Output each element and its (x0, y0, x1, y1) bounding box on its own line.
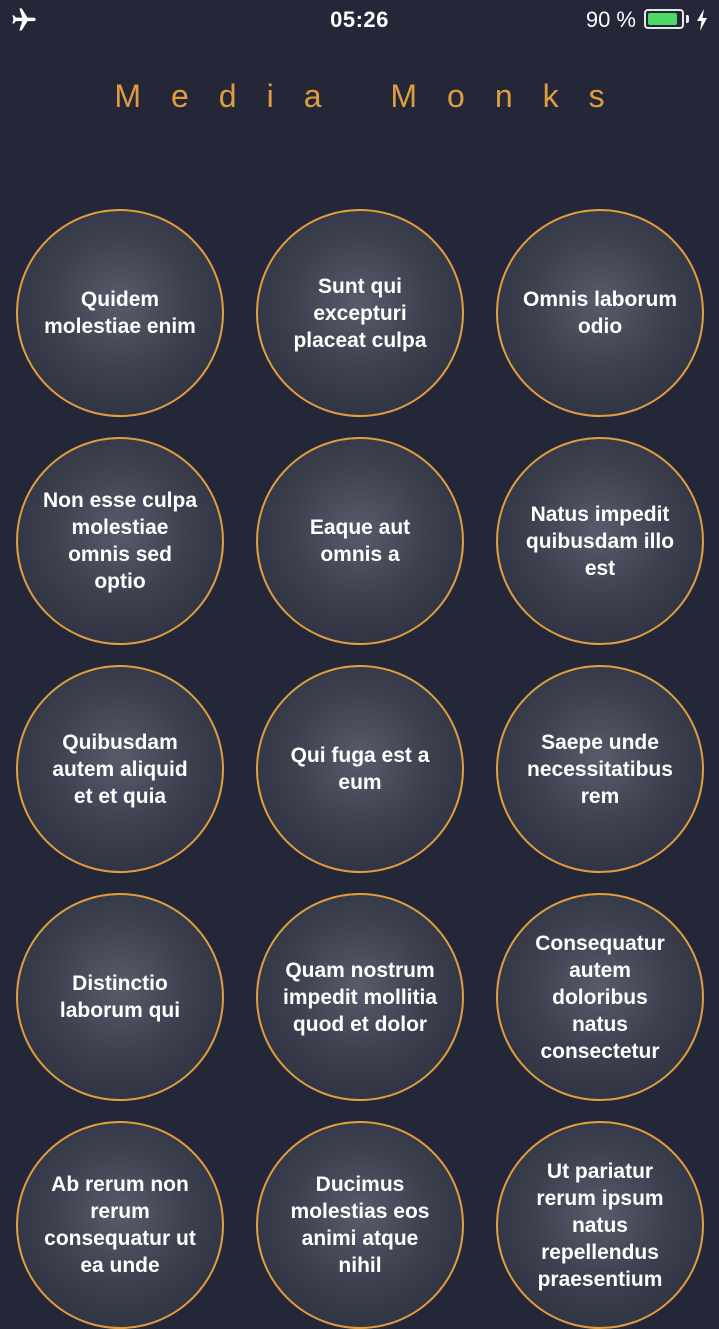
battery-tip (686, 15, 689, 23)
item-circle[interactable]: Consequatur autem doloribus natus consec… (496, 893, 704, 1101)
item-circle[interactable]: Qui fuga est a eum (256, 665, 464, 873)
item-grid: Quidem molestiae enim Sunt qui excepturi … (16, 209, 704, 1329)
battery-percentage: 90 % (585, 7, 636, 32)
item-label: Non esse culpa molestiae omnis sed optio (42, 489, 198, 593)
item-circle[interactable]: Ut pariatur rerum ipsum natus repellendu… (496, 1121, 704, 1329)
item-label: Consequatur autem doloribus natus consec… (535, 931, 665, 1063)
item-label: Quibusdam autem aliquid et et quia (52, 730, 188, 808)
battery-icon (644, 9, 684, 29)
battery-fill (648, 13, 677, 25)
item-circle[interactable]: Quibusdam autem aliquid et et quia (16, 665, 224, 873)
item-label: Saepe unde necessitatibus rem (527, 730, 673, 808)
status-bar: 05:26 90 % (0, 0, 719, 40)
item-circle[interactable]: Saepe unde necessitatibus rem (496, 665, 704, 873)
item-circle[interactable]: Omnis laborum odio (496, 209, 704, 417)
item-circle[interactable]: Distinctio laborum qui (16, 893, 224, 1101)
item-circle[interactable]: Sunt qui excepturi placeat culpa (256, 209, 464, 417)
item-label: Distinctio laborum qui (59, 972, 181, 1022)
item-circle[interactable]: Ab rerum non rerum consequatur ut ea und… (16, 1121, 224, 1329)
item-label: Ab rerum non rerum consequatur ut ea und… (44, 1173, 196, 1277)
item-label: Eaque aut omnis a (309, 516, 411, 566)
item-label: Ducimus molestias eos animi atque nihil (290, 1173, 430, 1277)
item-circle[interactable]: Ducimus molestias eos animi atque nihil (256, 1121, 464, 1329)
item-label: Natus impedit quibusdam illo est (525, 502, 675, 580)
item-label: Qui fuga est a eum (290, 744, 430, 794)
item-circle[interactable]: Natus impedit quibusdam illo est (496, 437, 704, 645)
charging-bolt-icon (697, 9, 707, 31)
item-label: Quam nostrum impedit mollitia quod et do… (282, 958, 437, 1036)
item-label: Sunt qui excepturi placeat culpa (293, 274, 427, 352)
item-circle[interactable]: Quidem molestiae enim (16, 209, 224, 417)
item-circle[interactable]: Eaque aut omnis a (256, 437, 464, 645)
page-title: Media Monks (114, 78, 635, 114)
item-label: Quidem molestiae enim (44, 288, 196, 338)
item-label: Omnis laborum odio (522, 288, 678, 338)
item-circle[interactable]: Non esse culpa molestiae omnis sed optio (16, 437, 224, 645)
item-label: Ut pariatur rerum ipsum natus repellendu… (536, 1159, 664, 1291)
item-circle[interactable]: Quam nostrum impedit mollitia quod et do… (256, 893, 464, 1101)
